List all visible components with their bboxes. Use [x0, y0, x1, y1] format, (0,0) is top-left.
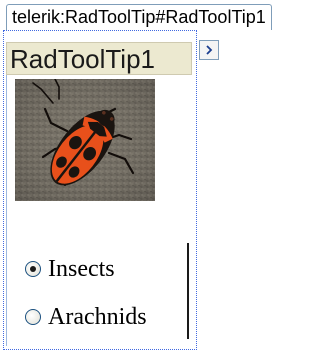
chevron-right-icon [206, 45, 213, 55]
radio-option-insects[interactable]: Insects [25, 253, 115, 285]
radio-label-insects: Insects [48, 256, 115, 282]
radio-label-arachnids: Arachnids [48, 304, 147, 330]
radio-button-unchecked[interactable] [25, 309, 41, 325]
designer-control-tag[interactable]: telerik:RadToolTip#RadToolTip1 [6, 4, 272, 30]
tooltip-content: Insects Arachnids [6, 75, 192, 346]
designer-surface: telerik:RadToolTip#RadToolTip1 RadToolTi… [0, 0, 336, 354]
radio-option-arachnids[interactable]: Arachnids [25, 301, 147, 333]
smart-tag-button[interactable] [199, 40, 219, 60]
radio-dot [30, 266, 36, 272]
radio-button-checked[interactable] [25, 261, 41, 277]
insect-photo [15, 79, 155, 201]
animal-class-radio-list: Insects Arachnids [17, 243, 189, 339]
tooltip-title: RadToolTip1 [6, 42, 192, 75]
